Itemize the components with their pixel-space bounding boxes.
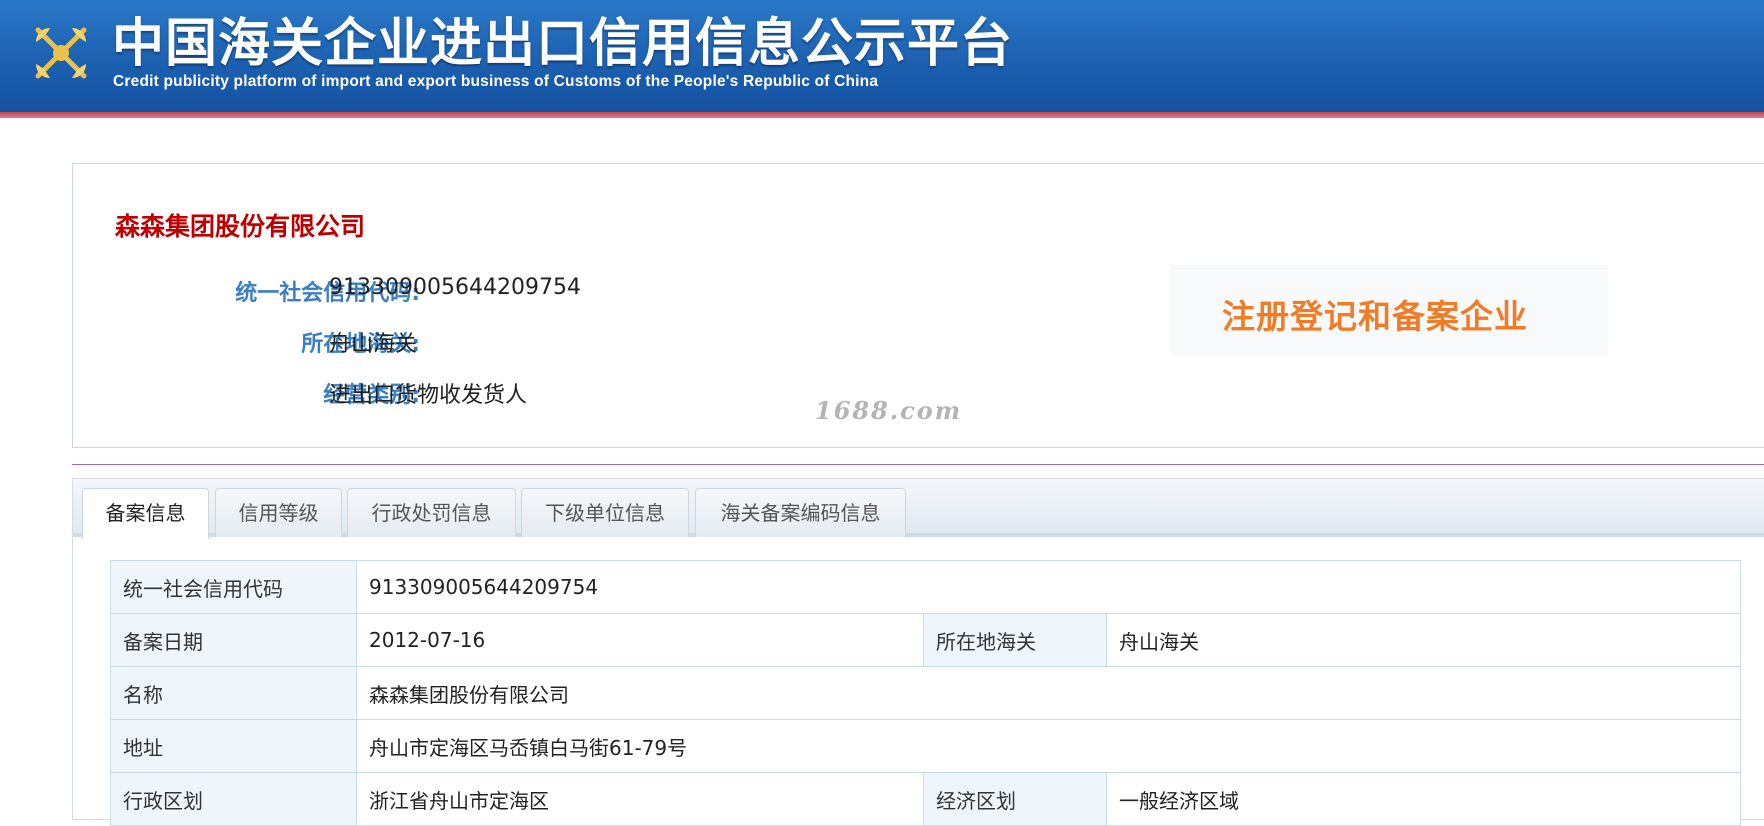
tab-administrative-penalty[interactable]: 行政处罚信息 <box>347 488 516 537</box>
tab-credit-rating[interactable]: 信用等级 <box>215 488 342 537</box>
tab-subordinate-units[interactable]: 下级单位信息 <box>521 488 689 537</box>
table-row: 统一社会信用代码 913309005644209754 <box>110 560 1742 614</box>
section-divider <box>72 464 1764 465</box>
header-accent-bar <box>0 112 1764 118</box>
info-row-business-type: 经营类别: 进出口货物收发货人 <box>110 377 710 408</box>
tab-customs-record-code[interactable]: 海关备案编码信息 <box>695 488 906 537</box>
cell-label: 行政区划 <box>110 772 357 826</box>
company-name: 森森集团股份有限公司 <box>115 212 366 241</box>
cell-value: 舟山海关 <box>1105 613 1742 667</box>
registration-badge-text: 注册登记和备案企业 <box>1222 297 1528 336</box>
info-value: 913309005644209754 <box>329 275 581 300</box>
table-row: 地址 舟山市定海区马岙镇白马街61-79号 <box>110 719 1742 773</box>
cell-value: 舟山市定海区马岙镇白马街61-79号 <box>355 719 1742 773</box>
info-value: 进出口货物收发货人 <box>329 383 528 408</box>
table-row: 名称 森森集团股份有限公司 <box>110 666 1742 720</box>
customs-emblem-icon <box>28 20 94 86</box>
cell-label: 地址 <box>110 719 357 773</box>
table-row: 备案日期 2012-07-16 所在地海关 舟山海关 <box>110 613 1742 667</box>
table-row: 行政区划 浙江省舟山市定海区 经济区划 一般经济区域 <box>110 772 1742 826</box>
watermark: 1688.com <box>815 396 963 425</box>
cell-value: 2012-07-16 <box>356 613 924 667</box>
info-row-customs: 所在地海关: 舟山海关 <box>110 326 710 357</box>
site-title: 中国海关企业进出口信用信息公示平台 <box>112 14 1014 74</box>
cell-value: 一般经济区域 <box>1105 772 1742 826</box>
cell-label: 备案日期 <box>110 613 357 667</box>
cell-value: 森森集团股份有限公司 <box>355 666 1742 720</box>
cell-value: 浙江省舟山市定海区 <box>356 772 924 826</box>
cell-label: 统一社会信用代码 <box>110 560 357 614</box>
tab-record-info[interactable]: 备案信息 <box>82 488 209 539</box>
info-value: 舟山海关 <box>329 332 418 357</box>
site-subtitle: Credit publicity platform of import and … <box>113 73 879 90</box>
info-row-credit-code: 统一社会信用代码: 913309005644209754 <box>110 275 710 306</box>
cell-label: 经济区划 <box>923 772 1107 826</box>
record-info-table: 统一社会信用代码 913309005644209754 备案日期 2012-07… <box>110 560 1742 826</box>
cell-label: 所在地海关 <box>923 613 1107 667</box>
cell-label: 名称 <box>110 666 357 720</box>
cell-value: 913309005644209754 <box>355 560 1742 614</box>
